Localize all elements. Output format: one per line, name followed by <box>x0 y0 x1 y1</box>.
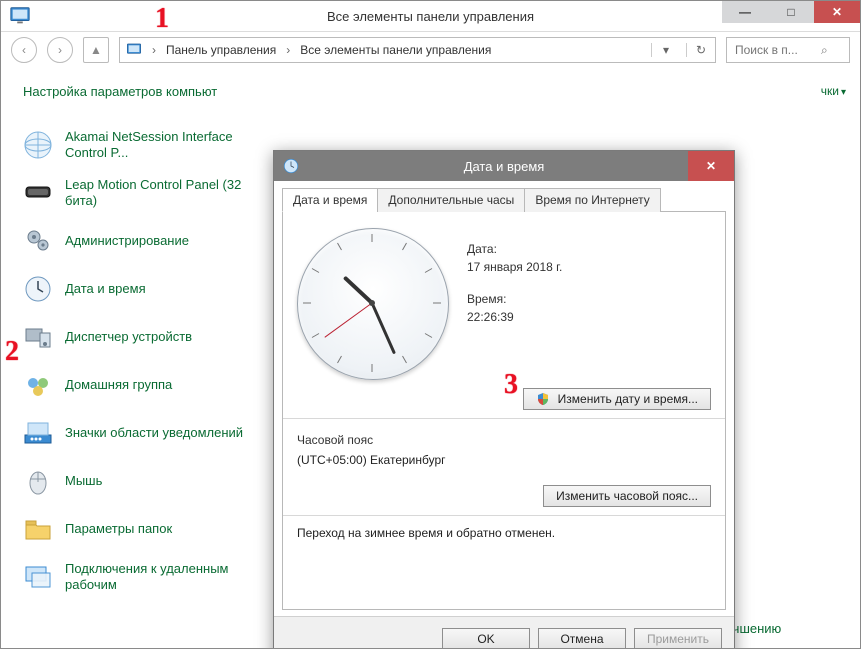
maximize-button[interactable]: □ <box>768 1 814 23</box>
change-timezone-button[interactable]: Изменить часовой пояс... <box>543 485 711 507</box>
tab-panel: Дата: 17 января 2018 г. Время: 22:26:39 <box>282 212 726 610</box>
apply-button[interactable]: Применить <box>634 628 722 649</box>
dialog-close-button[interactable]: ✕ <box>688 151 734 181</box>
change-datetime-button[interactable]: Изменить дату и время... <box>523 388 711 410</box>
datetime-info: Дата: 17 января 2018 г. Время: 22:26:39 <box>467 228 562 342</box>
search-input[interactable] <box>733 42 817 58</box>
minimize-button[interactable]: — <box>722 1 768 23</box>
control-panel-icon-small <box>126 42 142 58</box>
forward-button[interactable]: › <box>47 37 73 63</box>
date-label: Дата: <box>467 242 562 256</box>
button-label: Изменить дату и время... <box>558 392 698 406</box>
content-area: Настройка параметров компьют чки▾ Akamai… <box>1 68 860 649</box>
item-label: Диспетчер устройств <box>65 329 192 345</box>
window-buttons: — □ ✕ <box>722 1 860 23</box>
cancel-button[interactable]: Отмена <box>538 628 626 649</box>
search-icon: ⌕ <box>821 43 828 58</box>
item-label: Leap Motion Control Panel (32 бита) <box>65 177 271 208</box>
annotation-1: 1 <box>155 3 169 35</box>
item-homegroup[interactable]: Домашняя группа <box>21 365 271 405</box>
dialog-titlebar[interactable]: Дата и время ✕ <box>274 151 734 181</box>
item-label: Домашняя группа <box>65 377 172 393</box>
analog-clock <box>297 228 447 378</box>
gears-icon <box>21 224 55 258</box>
item-label: Подключения к удаленным рабочим <box>65 561 271 592</box>
dialog-icon <box>282 157 300 175</box>
item-datetime[interactable]: Дата и время <box>21 269 271 309</box>
hardware-icon <box>21 320 55 354</box>
navbar: ‹ › ▲ › Панель управления › Все элементы… <box>1 32 860 68</box>
item-remote[interactable]: Подключения к удаленным рабочим <box>21 557 271 597</box>
shield-icon <box>536 392 550 406</box>
item-akamai[interactable]: Akamai NetSession Interface Control P... <box>21 125 271 165</box>
page-heading: Настройка параметров компьют <box>23 84 840 99</box>
date-value: 17 января 2018 г. <box>467 260 562 274</box>
address-dropdown[interactable]: ▾ <box>651 43 674 57</box>
chevron-right-icon: › <box>286 43 290 57</box>
tab-additional-clocks[interactable]: Дополнительные часы <box>377 188 525 212</box>
window-title: Все элементы панели управления <box>327 9 534 24</box>
item-label: Мышь <box>65 473 102 489</box>
clock-icon <box>21 272 55 306</box>
titlebar: Все элементы панели управления — □ ✕ <box>1 1 860 32</box>
item-tray[interactable]: Значки области уведомлений <box>21 413 271 453</box>
time-value: 22:26:39 <box>467 310 562 324</box>
dialog-footer: OK Отмена Применить <box>274 616 734 649</box>
item-folderopts[interactable]: Параметры папок <box>21 509 271 549</box>
tab-datetime[interactable]: Дата и время <box>282 188 378 212</box>
view-by-dropdown[interactable]: чки▾ <box>821 84 846 98</box>
breadcrumb-root[interactable]: Панель управления <box>166 43 276 57</box>
mouse-icon <box>21 464 55 498</box>
item-label: Параметры папок <box>65 521 172 537</box>
tray-icon <box>21 416 55 450</box>
annotation-2: 2 <box>5 336 19 368</box>
chevron-right-icon: › <box>152 43 156 57</box>
remote-icon <box>21 560 55 594</box>
breadcrumb-current[interactable]: Все элементы панели управления <box>300 43 491 57</box>
item-mouse[interactable]: Мышь <box>21 461 271 501</box>
item-label: Администрирование <box>65 233 189 249</box>
globe-icon <box>21 128 55 162</box>
close-button[interactable]: ✕ <box>814 1 860 23</box>
item-devmgr[interactable]: Диспетчер устройств <box>21 317 271 357</box>
timezone-label: Часовой пояс <box>297 433 711 447</box>
item-label: Akamai NetSession Interface Control P... <box>65 129 271 160</box>
item-admin[interactable]: Администрирование <box>21 221 271 261</box>
control-panel-icon <box>9 5 31 27</box>
ok-button[interactable]: OK <box>442 628 530 649</box>
timezone-value: (UTC+05:00) Екатеринбург <box>297 453 711 467</box>
timezone-section: Часовой пояс (UTC+05:00) Екатеринбург Из… <box>297 433 711 507</box>
folder-icon <box>21 512 55 546</box>
dialog-title: Дата и время <box>464 159 545 174</box>
dst-note: Переход на зимнее время и обратно отмене… <box>297 526 711 540</box>
device-icon <box>21 176 55 210</box>
back-button[interactable]: ‹ <box>11 37 37 63</box>
item-leapmotion[interactable]: Leap Motion Control Panel (32 бита) <box>21 173 271 213</box>
tabs: Дата и время Дополнительные часы Время п… <box>282 187 726 212</box>
annotation-3: 3 <box>504 369 518 401</box>
item-label: Дата и время <box>65 281 146 297</box>
address-bar[interactable]: › Панель управления › Все элементы панел… <box>119 37 716 63</box>
homegroup-icon <box>21 368 55 402</box>
time-label: Время: <box>467 292 562 306</box>
refresh-button[interactable]: ↻ <box>686 43 709 57</box>
up-button[interactable]: ▲ <box>83 37 109 63</box>
tab-internet-time[interactable]: Время по Интернету <box>524 188 660 212</box>
item-label: Значки области уведомлений <box>65 425 243 441</box>
search-box[interactable]: ⌕ <box>726 37 850 63</box>
control-panel-window: Все элементы панели управления — □ ✕ ‹ ›… <box>0 0 861 649</box>
